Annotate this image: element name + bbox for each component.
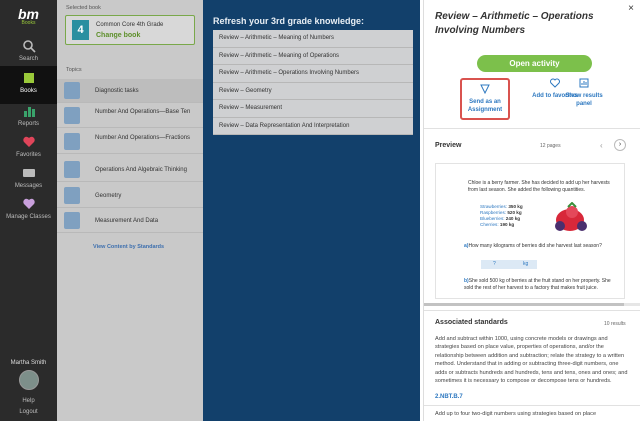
- chevron-left-icon[interactable]: ‹: [600, 141, 603, 150]
- search-icon: [22, 40, 36, 53]
- user-name: Martha Smith: [10, 360, 47, 366]
- change-book-link[interactable]: Change book: [96, 32, 140, 39]
- page-intro: Chloe is a berry farmer. She has decided…: [468, 180, 610, 193]
- preview-label: Preview: [435, 142, 462, 149]
- review-item[interactable]: Review – Arithmetic – Meaning of Operati…: [213, 48, 413, 65]
- activity-title: Review – Arithmetic – Operations Involvi…: [435, 11, 594, 36]
- standards-count: 10 results: [604, 321, 626, 327]
- divider: [424, 128, 640, 129]
- topic-icon: [64, 82, 80, 99]
- standard-code-link[interactable]: 2.NBT.B.7: [435, 394, 463, 400]
- books-icon: [23, 73, 34, 83]
- standard-description: Add up to four two-digit numbers using s…: [435, 411, 597, 417]
- open-activity-button[interactable]: Open activity: [477, 55, 592, 72]
- activity-detail-panel: × Review – Arithmetic – Operations Invol…: [423, 0, 640, 421]
- topic-icon: [64, 187, 80, 204]
- question-a: a)How many kilograms of berries did she …: [464, 243, 602, 249]
- heart-icon: [22, 136, 35, 147]
- review-item[interactable]: Review – Arithmetic – Meaning of Numbers: [213, 30, 413, 48]
- app-logo[interactable]: bm Books: [0, 6, 57, 26]
- avatar[interactable]: [18, 370, 39, 390]
- berries-image: [555, 202, 587, 231]
- show-results-button[interactable]: Show results panel: [559, 78, 609, 108]
- logout-link[interactable]: Logout: [0, 409, 57, 415]
- topics-label: Topics: [66, 67, 82, 73]
- review-list: Review – Arithmetic – Meaning of Numbers…: [213, 30, 413, 135]
- reports-icon: [23, 107, 35, 117]
- page-count: 12 pages: [540, 143, 561, 149]
- topic-item[interactable]: Geometry: [57, 184, 203, 208]
- preview-page[interactable]: Chloe is a berry farmer. She has decided…: [435, 163, 625, 299]
- topic-item[interactable]: Number And Operations—Fractions: [57, 130, 203, 154]
- topic-icon: [64, 161, 80, 178]
- selected-book-label: Selected book: [66, 5, 101, 11]
- grade-badge: 4: [72, 20, 89, 40]
- selected-book-card[interactable]: 4 Common Core 4th Grade Change book: [65, 15, 195, 45]
- refresh-title: Refresh your 3rd grade knowledge:: [213, 16, 365, 26]
- user-profile[interactable]: Martha Smith: [0, 360, 57, 394]
- book-panel: Selected book 4 Common Core 4th Grade Ch…: [57, 0, 203, 421]
- send-icon: [480, 84, 490, 94]
- book-title: Common Core 4th Grade: [96, 22, 164, 28]
- divider: [424, 310, 640, 311]
- topic-icon: [64, 212, 80, 229]
- left-rail: bm Books Search Books Reports Favorites M…: [0, 0, 57, 421]
- classes-icon: [22, 198, 35, 209]
- question-b: b)She sold 500 kg of berries at the frui…: [464, 278, 611, 291]
- chevron-right-icon[interactable]: ›: [614, 139, 626, 151]
- messages-icon: [22, 169, 35, 177]
- answer-input[interactable]: ? kg: [481, 260, 537, 269]
- view-standards-link[interactable]: View Content by Standards: [93, 244, 164, 250]
- chart-icon: [579, 78, 589, 88]
- review-item[interactable]: Review – Data Representation And Interpr…: [213, 118, 413, 135]
- review-item[interactable]: Review – Geometry: [213, 83, 413, 100]
- associated-standards-label: Associated standards: [435, 319, 508, 326]
- topic-icon: [64, 107, 80, 124]
- scrollbar-thumb[interactable]: [424, 303, 624, 306]
- berry-row: Cherries: 190 kg: [480, 222, 515, 227]
- preview-scrollbar[interactable]: [424, 303, 640, 306]
- standard-description: Add and subtract within 1000, using conc…: [435, 336, 628, 385]
- topic-item[interactable]: Measurement And Data: [57, 209, 203, 233]
- topic-icon: [64, 133, 80, 150]
- nav-manage-classes[interactable]: Manage Classes: [0, 192, 57, 230]
- divider: [424, 405, 640, 406]
- refresh-area: Refresh your 3rd grade knowledge: Review…: [203, 0, 420, 421]
- review-item[interactable]: Review – Arithmetic – Operations Involvi…: [213, 65, 413, 83]
- help-link[interactable]: Help: [0, 398, 57, 404]
- topic-item[interactable]: Diagnostic tasks: [57, 79, 203, 103]
- review-item[interactable]: Review – Measurement: [213, 100, 413, 118]
- close-icon[interactable]: ×: [628, 3, 634, 14]
- send-assignment-button[interactable]: Send as an Assignment: [460, 78, 510, 120]
- topic-item[interactable]: Operations And Algebraic Thinking: [57, 158, 203, 182]
- topic-item[interactable]: Number And Operations—Base Ten: [57, 104, 203, 128]
